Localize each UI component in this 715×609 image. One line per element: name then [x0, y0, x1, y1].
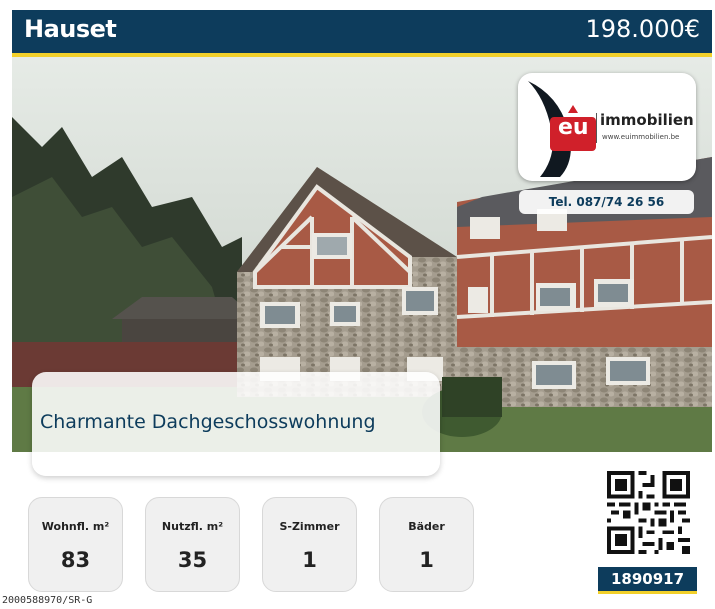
stat-bedrooms: S-Zimmer 1 — [262, 497, 357, 592]
stat-value: 1 — [419, 548, 434, 572]
stat-value: 35 — [177, 548, 208, 572]
stat-value: 83 — [60, 548, 91, 572]
agency-name: immobilien — [600, 111, 694, 129]
city-title: Hauset — [24, 15, 117, 43]
stat-label: Bäder — [408, 520, 445, 533]
footer-code: 2000588970/SR-G — [2, 595, 93, 606]
reference-badge: 1890917 — [598, 567, 697, 594]
logo-divider — [596, 113, 597, 143]
stat-label: S-Zimmer — [279, 520, 340, 533]
stat-usable-area: Nutzfl. m² 35 — [145, 497, 240, 592]
agency-logo: eu immobilien www.euimmobilien.be — [518, 73, 696, 181]
price: 198.000€ — [585, 15, 700, 43]
agency-website[interactable]: www.euimmobilien.be — [602, 133, 679, 141]
qr-code-icon[interactable] — [607, 471, 690, 554]
header-bar: Hauset 198.000€ — [12, 10, 712, 57]
stat-label: Nutzfl. m² — [161, 520, 224, 533]
stat-living-area: Wohnfl. m² 83 — [28, 497, 123, 592]
listing-title: Charmante Dachgeschosswohnung — [40, 411, 376, 433]
stat-label: Wohnfl. m² — [41, 520, 110, 533]
logo-text: eu — [558, 115, 589, 140]
stat-value: 1 — [302, 548, 317, 572]
reference-number: 1890917 — [610, 570, 685, 588]
stat-bathrooms: Bäder 1 — [379, 497, 474, 592]
phone-number[interactable]: Tel. 087/74 26 56 — [549, 195, 664, 209]
listing-title-box: Charmante Dachgeschosswohnung — [32, 372, 440, 476]
phone-badge[interactable]: Tel. 087/74 26 56 — [519, 190, 694, 214]
